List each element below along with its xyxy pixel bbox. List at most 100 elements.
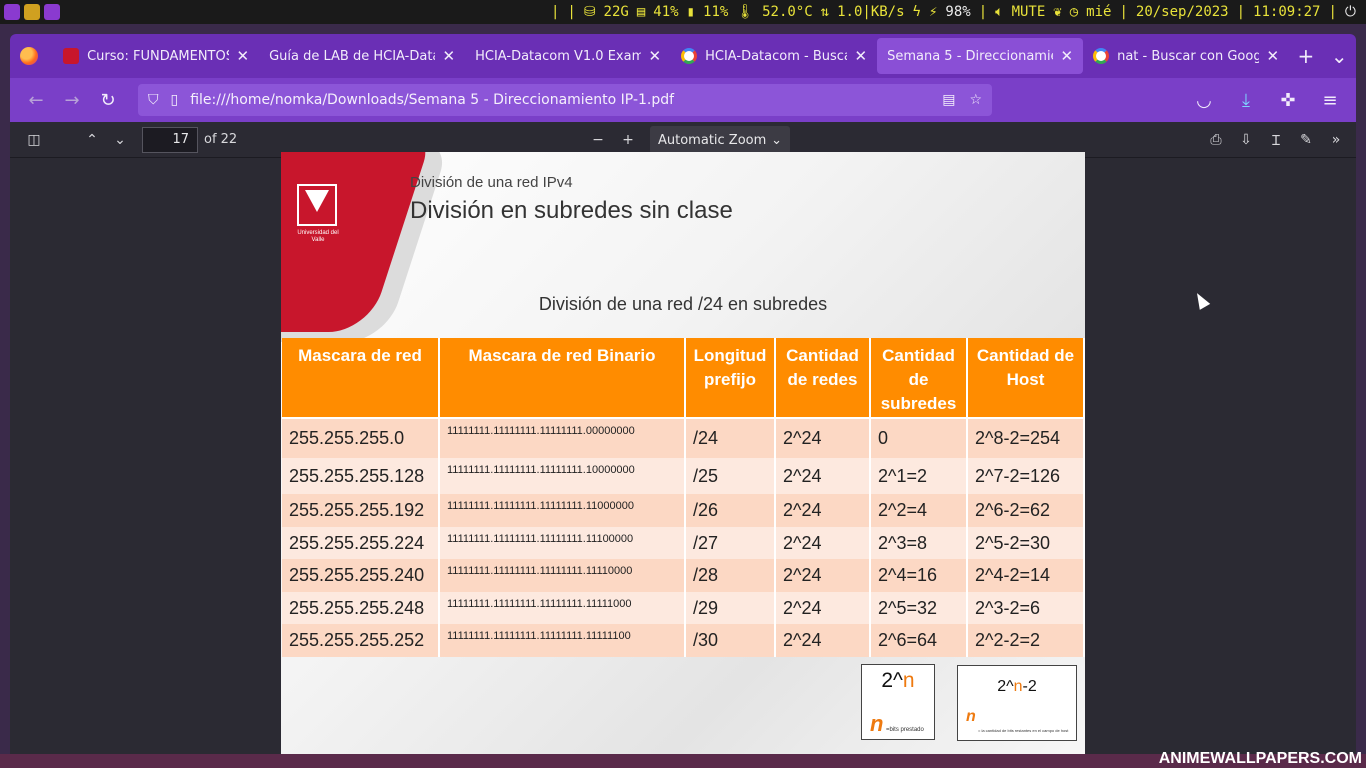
extensions-icon[interactable]: ✜ <box>1270 84 1306 116</box>
next-page-button[interactable]: ⌄ <box>106 126 134 154</box>
tab-hcia-buscar[interactable]: HCIA-Datacom - Buscar ✕ <box>671 38 877 74</box>
pocket-icon[interactable]: ◡ <box>1186 84 1222 116</box>
tab-hcia-exam[interactable]: HCIA-Datacom V1.0 Exam ✕ <box>465 38 671 74</box>
tab-guia-lab[interactable]: Guía de LAB de HCIA-Data ✕ <box>259 38 465 74</box>
ram-icon: ▤ <box>636 4 646 20</box>
bolt-icon: ϟ <box>912 4 921 20</box>
print-icon[interactable]: ⎙ <box>1202 126 1230 154</box>
draw-icon[interactable]: ✎ <box>1292 126 1320 154</box>
swap-usage: 11% <box>703 4 729 20</box>
formula-hosts: 2^n-2 <box>997 678 1037 695</box>
save-icon[interactable]: ⇩ <box>1232 126 1260 154</box>
cell-prefix: /29 <box>685 592 776 624</box>
sidebar-toggle-icon[interactable]: ◫ <box>20 126 48 154</box>
formula-subnets: 2^n <box>881 669 915 692</box>
power-icon[interactable]: ⏻ <box>1345 4 1356 20</box>
tab-nat-buscar[interactable]: nat - Buscar con Google ✕ <box>1083 38 1289 74</box>
battery-level: 98% <box>945 4 971 20</box>
reload-button[interactable]: ↻ <box>90 84 126 116</box>
cell-mask: 255.255.255.248 <box>282 592 440 624</box>
cell-hosts: 2^2-2=2 <box>967 624 1085 657</box>
tab-curso[interactable]: Curso: FUNDAMENTOS ✕ <box>53 38 259 74</box>
tab-title: Guía de LAB de HCIA-Data <box>269 48 435 64</box>
cell-prefix: /27 <box>685 527 776 559</box>
url-bar[interactable]: ⛉ ▯ file:///home/nomka/Downloads/Semana … <box>138 84 992 116</box>
cell-mask: 255.255.255.252 <box>282 624 440 657</box>
page-number-input[interactable] <box>142 126 198 153</box>
cell-hosts: 2^8-2=254 <box>967 418 1085 458</box>
browser-window: Curso: FUNDAMENTOS ✕ Guía de LAB de HCIA… <box>10 34 1356 754</box>
close-tab-icon[interactable]: ✕ <box>1061 47 1074 65</box>
zoom-in-button[interactable]: + <box>614 126 642 154</box>
text-tool-icon[interactable]: Ɪ <box>1262 126 1290 154</box>
cell-networks: 2^24 <box>775 592 871 624</box>
cell-binary: 11111111.11111111.11111111.00000000 <box>439 418 686 458</box>
music-icon[interactable] <box>44 4 60 20</box>
cell-subnets: 2^5=32 <box>870 592 968 624</box>
table-row: 255.255.255.252 11111111.11111111.111111… <box>282 624 1085 657</box>
zoom-select[interactable]: Automatic Zoom ⌄ <box>650 126 790 154</box>
network-icon: ⇅ <box>820 4 830 20</box>
menu-icon[interactable]: ≡ <box>1312 84 1348 116</box>
cell-mask: 255.255.255.0 <box>282 418 440 458</box>
reader-view-icon[interactable]: ▤ <box>942 92 955 108</box>
cell-hosts: 2^7-2=126 <box>967 458 1085 494</box>
cell-subnets: 2^4=16 <box>870 559 968 592</box>
cell-networks: 2^24 <box>775 559 871 592</box>
cell-subnets: 2^2=4 <box>870 494 968 527</box>
close-tab-icon[interactable]: ✕ <box>443 47 456 65</box>
cell-mask: 255.255.255.224 <box>282 527 440 559</box>
file-icon: ▯ <box>170 92 179 108</box>
table-row: 255.255.255.248 11111111.11111111.111111… <box>282 592 1085 624</box>
system-status-bar: | | ⛁ 22G ▤ 41% ▮ 11% 🌡︎ 52.0°C ⇅ 1.0|KB/s ϟ ⚡… <box>0 0 1366 24</box>
network-speed: 1.0|KB/s <box>837 4 905 20</box>
formula-note: =bits prestado <box>886 727 924 733</box>
cell-networks: 2^24 <box>775 458 871 494</box>
tab-title: Curso: FUNDAMENTOS <box>87 48 229 64</box>
forward-button[interactable]: → <box>54 84 90 116</box>
cell-prefix: /24 <box>685 418 776 458</box>
cell-subnets: 2^6=64 <box>870 624 968 657</box>
column-header: Mascara de red Binario <box>439 338 686 419</box>
firefox-icon[interactable] <box>24 4 40 20</box>
cell-networks: 2^24 <box>775 418 871 458</box>
downloads-icon[interactable]: ⤓ <box>1228 84 1264 116</box>
pdf-viewport[interactable]: Universidad del Valle División de una re… <box>10 152 1356 754</box>
close-tab-icon[interactable]: ✕ <box>649 47 662 65</box>
disk-usage: 22G <box>603 4 629 20</box>
close-tab-icon[interactable]: ✕ <box>855 47 868 65</box>
firefox-view-icon[interactable] <box>16 41 41 71</box>
url-text[interactable]: file:///home/nomka/Downloads/Semana 5 - … <box>190 92 942 108</box>
new-tab-button[interactable]: + <box>1289 38 1322 74</box>
cell-binary: 11111111.11111111.11111111.11100000 <box>439 527 686 559</box>
pdf-page: Universidad del Valle División de una re… <box>281 152 1085 754</box>
terminal-icon[interactable] <box>4 4 20 20</box>
formula-note: = la cantidad de bits restantes en el ca… <box>978 728 1069 733</box>
table-row: 255.255.255.192 11111111.11111111.111111… <box>282 494 1085 527</box>
close-tab-icon[interactable]: ✕ <box>237 47 250 65</box>
back-button[interactable]: ← <box>18 84 54 116</box>
zoom-out-button[interactable]: − <box>584 126 612 154</box>
column-header: Cantidad de subredes <box>870 338 968 419</box>
thermometer-icon: 🌡︎ <box>736 4 755 20</box>
tools-chevron-icon[interactable]: » <box>1322 126 1350 154</box>
column-header: Cantidad de redes <box>775 338 871 419</box>
list-all-tabs-button[interactable]: ⌄ <box>1323 38 1356 74</box>
bookmark-star-icon[interactable]: ☆ <box>969 92 982 108</box>
battery-plug-icon: ⚡︎ <box>928 4 938 20</box>
volume-icon[interactable]: 🔈︎ <box>995 4 1003 20</box>
cell-networks: 2^24 <box>775 527 871 559</box>
shield-icon[interactable]: ⛉ <box>148 92 159 108</box>
subnet-table: Mascara de red Mascara de red Binario Lo… <box>282 338 1085 657</box>
google-icon <box>1093 48 1110 64</box>
slide-subtitle: División de una red IPv4 <box>410 174 573 191</box>
previous-page-button[interactable]: ⌃ <box>78 126 106 154</box>
volume-status[interactable]: MUTE <box>1012 4 1046 20</box>
cell-hosts: 2^4-2=14 <box>967 559 1085 592</box>
univalle-logo <box>297 184 337 226</box>
temperature-readout: 52.0°C <box>762 4 813 20</box>
close-tab-icon[interactable]: ✕ <box>1267 47 1280 65</box>
cell-binary: 11111111.11111111.11111111.11111000 <box>439 592 686 624</box>
cell-binary: 11111111.11111111.11111111.11111100 <box>439 624 686 657</box>
tab-semana5[interactable]: Semana 5 - Direccionamie ✕ <box>877 38 1084 74</box>
